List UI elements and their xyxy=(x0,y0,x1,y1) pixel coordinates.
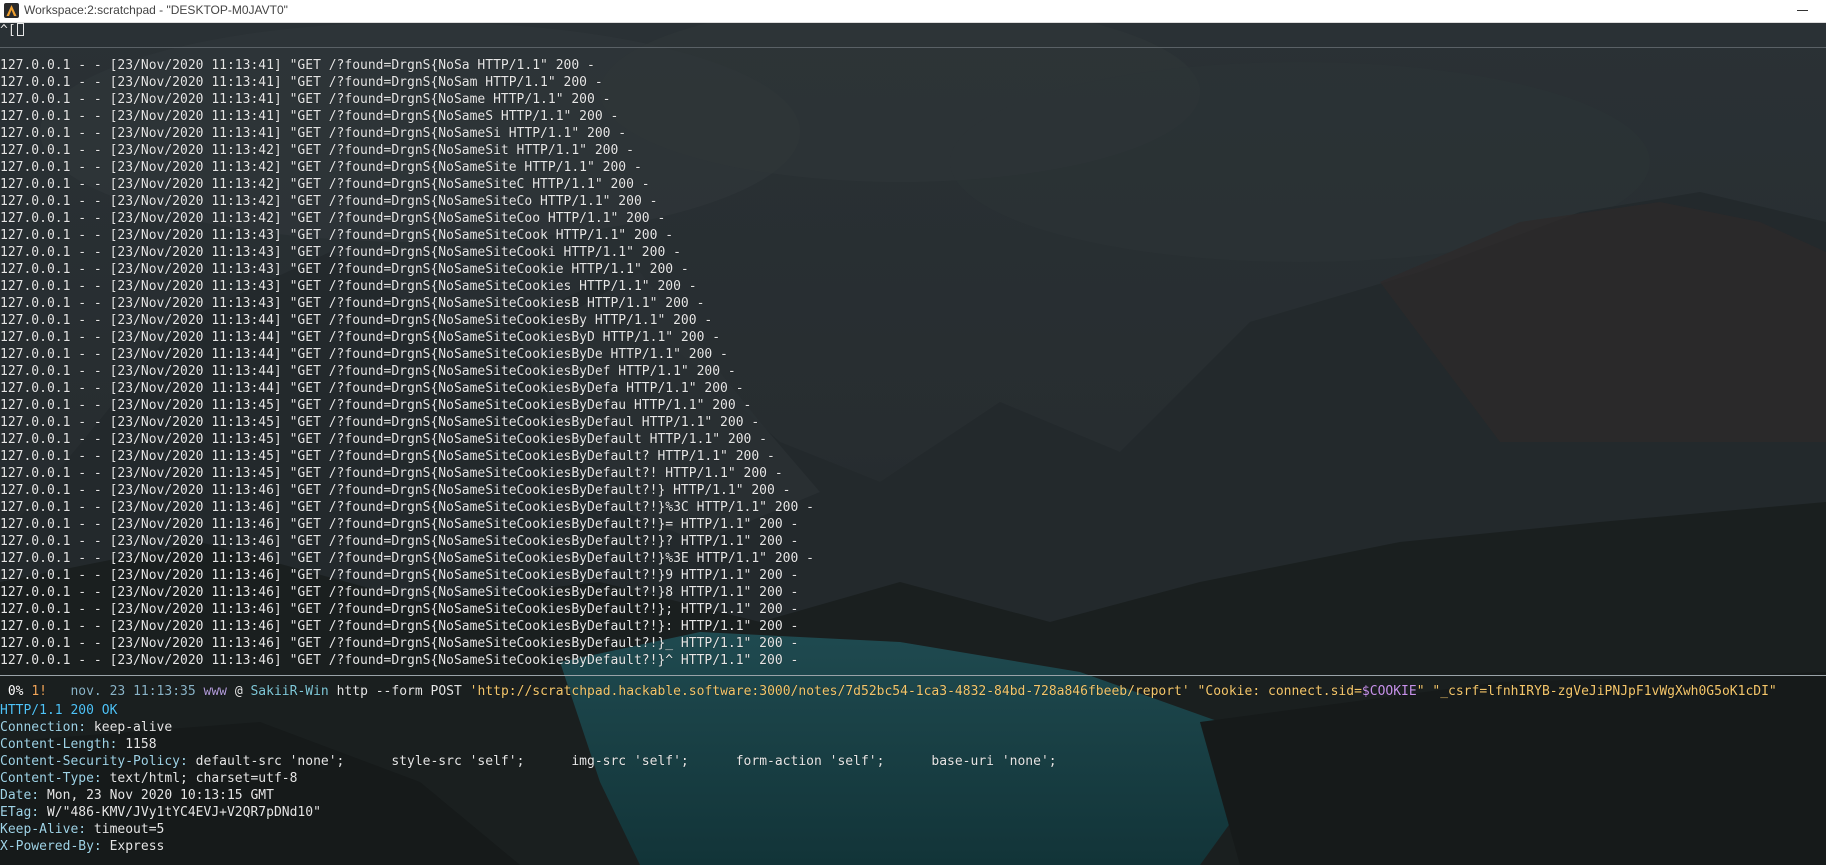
command-cookie-open: "Cookie: connect.sid= xyxy=(1197,684,1362,699)
header-value: Mon, 23 Nov 2020 10:13:15 GMT xyxy=(46,788,274,803)
command-line[interactable]: 0% 1! nov. 23 11:13:35 www @ SakiiR-Win … xyxy=(0,683,1777,700)
log-line: 127.0.0.1 - - [23/Nov/2020 11:13:41] "GE… xyxy=(0,58,595,73)
log-line: 127.0.0.1 - - [23/Nov/2020 11:13:46] "GE… xyxy=(0,517,799,532)
log-line: 127.0.0.1 - - [23/Nov/2020 11:13:46] "GE… xyxy=(0,483,791,498)
window-title: Workspace:2:scratchpad - "DESKTOP-M0JAVT… xyxy=(24,3,288,17)
command-cookie-variable: $COOKIE xyxy=(1361,684,1417,699)
log-line: 127.0.0.1 - - [23/Nov/2020 11:13:43] "GE… xyxy=(0,245,681,260)
pane-divider[interactable] xyxy=(0,675,1826,676)
log-line: 127.0.0.1 - - [23/Nov/2020 11:13:44] "GE… xyxy=(0,381,744,396)
log-line: 127.0.0.1 - - [23/Nov/2020 11:13:42] "GE… xyxy=(0,194,658,209)
log-line: 127.0.0.1 - - [23/Nov/2020 11:13:46] "GE… xyxy=(0,636,799,651)
log-line: 127.0.0.1 - - [23/Nov/2020 11:13:44] "GE… xyxy=(0,330,721,345)
http-response: HTTP/1.1 200 OK Connection: keep-alive Co… xyxy=(0,702,1057,855)
log-line: 127.0.0.1 - - [23/Nov/2020 11:13:45] "GE… xyxy=(0,466,783,481)
log-line: 127.0.0.1 - - [23/Nov/2020 11:13:45] "GE… xyxy=(0,415,760,430)
response-header: Content-Length: 1158 xyxy=(0,736,1057,753)
header-name: Connection: xyxy=(0,720,87,735)
response-header: X-Powered-By: Express xyxy=(0,838,1057,855)
response-header: Keep-Alive: timeout=5 xyxy=(0,821,1057,838)
log-line: 127.0.0.1 - - [23/Nov/2020 11:13:46] "GE… xyxy=(0,602,799,617)
log-line: 127.0.0.1 - - [23/Nov/2020 11:13:43] "GE… xyxy=(0,279,697,294)
log-line: 127.0.0.1 - - [23/Nov/2020 11:13:41] "GE… xyxy=(0,126,627,141)
prompt-user: www xyxy=(203,684,227,699)
log-line: 127.0.0.1 - - [23/Nov/2020 11:13:46] "GE… xyxy=(0,619,799,634)
log-line: 127.0.0.1 - - [23/Nov/2020 11:13:44] "GE… xyxy=(0,364,736,379)
header-value: keep-alive xyxy=(93,720,173,735)
log-line: 127.0.0.1 - - [23/Nov/2020 11:13:46] "GE… xyxy=(0,500,814,515)
log-line: 127.0.0.1 - - [23/Nov/2020 11:13:43] "GE… xyxy=(0,262,689,277)
log-line: 127.0.0.1 - - [23/Nov/2020 11:13:42] "GE… xyxy=(0,211,666,226)
header-value: W/"486-KMV/JVy1tYC4EVJ+V2QR7pDNd10" xyxy=(46,805,321,820)
pane-divider xyxy=(0,47,1826,48)
terminal-input-line[interactable]: ^[ xyxy=(0,22,24,39)
log-line: 127.0.0.1 - - [23/Nov/2020 11:13:46] "GE… xyxy=(0,551,814,566)
minimize-button[interactable] xyxy=(1788,0,1818,22)
log-line: 127.0.0.1 - - [23/Nov/2020 11:13:43] "GE… xyxy=(0,296,705,311)
command-name: http xyxy=(336,684,368,699)
response-header: Date: Mon, 23 Nov 2020 10:13:15 GMT xyxy=(0,787,1057,804)
prompt-datetime: nov. 23 11:13:35 xyxy=(70,684,196,699)
prompt-host: SakiiR-Win xyxy=(250,684,329,699)
prompt-at: @ xyxy=(234,684,243,699)
header-value: Express xyxy=(109,839,165,854)
status-line: HTTP/1.1 200 OK xyxy=(0,703,118,718)
header-name: X-Powered-By: xyxy=(0,839,102,854)
response-header: ETag: W/"486-KMV/JVy1tYC4EVJ+V2QR7pDNd10… xyxy=(0,804,1057,821)
header-name: Content-Type: xyxy=(0,771,102,786)
log-line: 127.0.0.1 - - [23/Nov/2020 11:13:42] "GE… xyxy=(0,177,650,192)
header-value: default-src 'none'; style-src 'self'; im… xyxy=(195,754,1057,769)
prompt-history-number: 1! xyxy=(31,684,47,699)
log-line: 127.0.0.1 - - [23/Nov/2020 11:13:45] "GE… xyxy=(0,398,752,413)
log-line: 127.0.0.1 - - [23/Nov/2020 11:13:41] "GE… xyxy=(0,75,603,90)
log-line: 127.0.0.1 - - [23/Nov/2020 11:13:44] "GE… xyxy=(0,313,713,328)
header-name: Date: xyxy=(0,788,40,803)
response-header: Content-Security-Policy: default-src 'no… xyxy=(0,753,1057,770)
log-line: 127.0.0.1 - - [23/Nov/2020 11:13:44] "GE… xyxy=(0,347,728,362)
header-name: Content-Security-Policy: xyxy=(0,754,188,769)
log-line: 127.0.0.1 - - [23/Nov/2020 11:13:46] "GE… xyxy=(0,653,799,668)
header-value: text/html; charset=utf-8 xyxy=(109,771,298,786)
cursor xyxy=(16,23,24,36)
header-value: timeout=5 xyxy=(93,822,165,837)
log-line: 127.0.0.1 - - [23/Nov/2020 11:13:41] "GE… xyxy=(0,92,611,107)
prompt-percent: 0% xyxy=(0,684,24,699)
response-header: Content-Type: text/html; charset=utf-8 xyxy=(0,770,1057,787)
log-line: 127.0.0.1 - - [23/Nov/2020 11:13:46] "GE… xyxy=(0,568,799,583)
log-line: 127.0.0.1 - - [23/Nov/2020 11:13:45] "GE… xyxy=(0,449,775,464)
command-csrf: "_csrf=lfnhIRYB-zgVeJiPNJpF1vWgXwh0G5oK1… xyxy=(1432,684,1777,699)
log-line: 127.0.0.1 - - [23/Nov/2020 11:13:46] "GE… xyxy=(0,585,799,600)
log-line: 127.0.0.1 - - [23/Nov/2020 11:13:43] "GE… xyxy=(0,228,674,243)
log-line: 127.0.0.1 - - [23/Nov/2020 11:13:41] "GE… xyxy=(0,109,619,124)
header-name: Keep-Alive: xyxy=(0,822,87,837)
window-title-bar[interactable]: Workspace:2:scratchpad - "DESKTOP-M0JAVT… xyxy=(0,0,1826,23)
command-url: 'http://scratchpad.hackable.software:300… xyxy=(469,684,1190,699)
command-cookie-close: " xyxy=(1416,684,1425,699)
header-name: ETag: xyxy=(0,805,40,820)
app-icon xyxy=(4,3,19,18)
log-line: 127.0.0.1 - - [23/Nov/2020 11:13:45] "GE… xyxy=(0,432,768,447)
log-line: 127.0.0.1 - - [23/Nov/2020 11:13:42] "GE… xyxy=(0,143,634,158)
header-name: Content-Length: xyxy=(0,737,118,752)
response-header: Connection: keep-alive xyxy=(0,719,1057,736)
header-value: 1158 xyxy=(125,737,157,752)
command-args: --form POST xyxy=(375,684,462,699)
log-line: 127.0.0.1 - - [23/Nov/2020 11:13:46] "GE… xyxy=(0,534,799,549)
escape-sequence: ^[ xyxy=(0,23,16,38)
server-log-pane[interactable]: 127.0.0.1 - - [23/Nov/2020 11:13:41] "GE… xyxy=(0,57,814,669)
log-line: 127.0.0.1 - - [23/Nov/2020 11:13:42] "GE… xyxy=(0,160,642,175)
